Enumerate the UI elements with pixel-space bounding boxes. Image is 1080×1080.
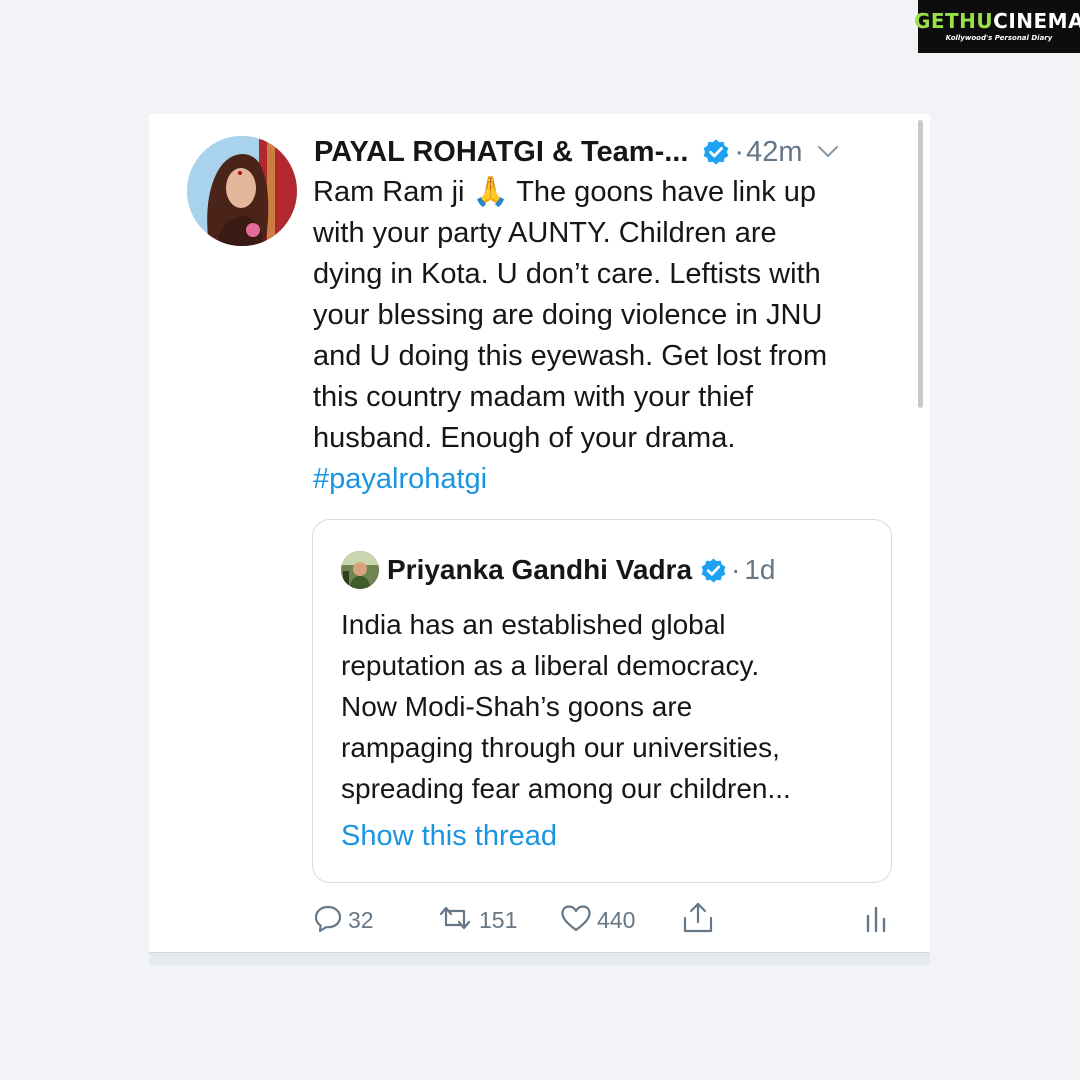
quoted-tweet[interactable]: Priyanka Gandhi Vadra · 1d India has an … [312,519,892,883]
card-bottom-edge [149,952,930,965]
watermark-tagline: Kollywood's Personal Diary [945,34,1053,42]
quoted-header: Priyanka Gandhi Vadra · 1d [387,550,776,590]
reply-count: 32 [348,906,374,933]
tweet-text: Ram Ram ji 🙏 The goons have link up with… [313,172,903,500]
share-button[interactable] [682,900,714,940]
tweet-timestamp[interactable]: 42m [746,136,802,169]
verified-badge-icon [700,557,727,584]
chevron-down-icon[interactable] [817,145,839,159]
like-button[interactable]: 440 [560,900,635,940]
watermark-logo: GETHUCINEMA [913,9,1080,33]
quoted-line: Now Modi-Shah’s goons are [341,691,693,722]
scrollbar[interactable] [918,120,923,408]
gethucinema-watermark: GETHUCINEMA Kollywood's Personal Diary [914,0,1080,53]
hashtag-link[interactable]: #payalrohatgi [313,459,903,500]
reply-button[interactable]: 32 [313,900,374,940]
share-icon [682,901,714,940]
tweet-line: Ram Ram ji 🙏 The goons have link up [313,176,817,208]
like-count: 440 [597,906,636,933]
header-separator: · [734,135,745,168]
tweet-line: your blessing are doing violence in JNU [313,299,823,331]
show-thread-link[interactable]: Show this thread [341,820,557,853]
reply-icon [313,903,343,938]
tweet-line: and U doing this eyewash. Get lost from [313,340,828,372]
verified-badge-icon [702,138,730,166]
analytics-icon [864,903,888,938]
quoted-line: spreading fear among our children... [341,773,791,804]
retweet-button[interactable]: 151 [436,900,517,940]
quoted-timestamp[interactable]: 1d [744,554,775,586]
quoted-line: rampaging through our universities, [341,732,780,763]
quoted-line: India has an established global [341,609,726,640]
author-avatar[interactable] [187,136,297,246]
tweet-line: dying in Kota. U don’t care. Leftists wi… [313,258,821,290]
tweet-line: with your party AUNTY. Children are [313,217,777,249]
quoted-line: reputation as a liberal democracy. [341,650,760,681]
retweet-count: 151 [479,906,518,933]
quoted-text: India has an established global reputati… [341,604,881,809]
heart-icon [560,903,592,938]
quoted-author-name[interactable]: Priyanka Gandhi Vadra [387,554,692,586]
analytics-button[interactable] [864,900,888,940]
quoted-separator: · [731,554,741,585]
retweet-icon [436,903,474,938]
tweet-line: this country madam with your thief [313,381,754,413]
tweet-line: husband. Enough of your drama. [313,422,736,454]
tweet-header: PAYAL ROHATGI & Team-... · 42m [314,132,904,172]
author-name[interactable]: PAYAL ROHATGI & Team-... [314,136,688,169]
quoted-author-avatar[interactable] [341,551,379,589]
